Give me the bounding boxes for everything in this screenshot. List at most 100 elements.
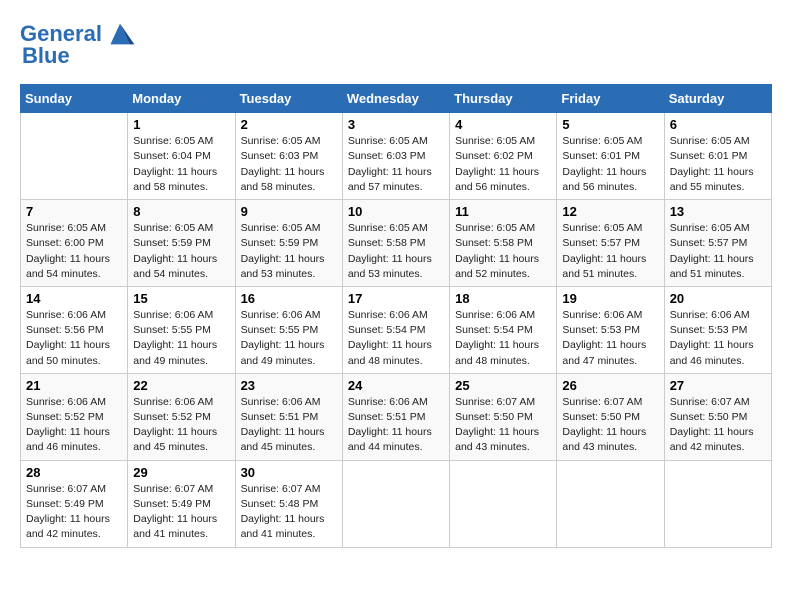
calendar-cell: 13 Sunrise: 6:05 AMSunset: 5:57 PMDayligh… [664, 200, 771, 287]
day-number: 4 [455, 117, 551, 132]
day-detail: Sunrise: 6:07 AMSunset: 5:49 PMDaylight:… [26, 482, 122, 543]
day-detail: Sunrise: 6:06 AMSunset: 5:51 PMDaylight:… [241, 395, 337, 456]
day-number: 16 [241, 291, 337, 306]
calendar-cell: 25 Sunrise: 6:07 AMSunset: 5:50 PMDayligh… [450, 373, 557, 460]
day-number: 9 [241, 204, 337, 219]
day-number: 2 [241, 117, 337, 132]
day-number: 28 [26, 465, 122, 480]
calendar-cell: 12 Sunrise: 6:05 AMSunset: 5:57 PMDayligh… [557, 200, 664, 287]
calendar-cell: 18 Sunrise: 6:06 AMSunset: 5:54 PMDayligh… [450, 286, 557, 373]
calendar-cell [557, 460, 664, 547]
calendar-cell: 11 Sunrise: 6:05 AMSunset: 5:58 PMDayligh… [450, 200, 557, 287]
calendar-header-friday: Friday [557, 85, 664, 113]
calendar-cell: 17Sunrise: 6:06 AMSunset: 5:54 PMDayligh… [342, 286, 449, 373]
day-detail: Sunrise: 6:05 AMSunset: 6:02 PMDaylight:… [455, 134, 551, 195]
calendar-cell: 1 Sunrise: 6:05 AMSunset: 6:04 PMDaylight… [128, 113, 235, 200]
day-detail: Sunrise: 6:07 AMSunset: 5:50 PMDaylight:… [670, 395, 766, 456]
day-detail: Sunrise: 6:06 AMSunset: 5:55 PMDaylight:… [133, 308, 229, 369]
day-detail: Sunrise: 6:06 AMSunset: 5:54 PMDaylight:… [455, 308, 551, 369]
day-detail: Sunrise: 6:05 AMSunset: 5:58 PMDaylight:… [455, 221, 551, 282]
day-number: 8 [133, 204, 229, 219]
calendar-header-thursday: Thursday [450, 85, 557, 113]
calendar-table: SundayMondayTuesdayWednesdayThursdayFrid… [20, 84, 772, 547]
day-number: 19 [562, 291, 658, 306]
day-number: 11 [455, 204, 551, 219]
day-detail: Sunrise: 6:06 AMSunset: 5:52 PMDaylight:… [26, 395, 122, 456]
day-detail: Sunrise: 6:07 AMSunset: 5:50 PMDaylight:… [455, 395, 551, 456]
day-detail: Sunrise: 6:07 AMSunset: 5:50 PMDaylight:… [562, 395, 658, 456]
day-detail: Sunrise: 6:05 AMSunset: 6:00 PMDaylight:… [26, 221, 122, 282]
day-number: 25 [455, 378, 551, 393]
day-detail: Sunrise: 6:05 AMSunset: 6:04 PMDaylight:… [133, 134, 229, 195]
calendar-header-wednesday: Wednesday [342, 85, 449, 113]
day-detail: Sunrise: 6:07 AMSunset: 5:49 PMDaylight:… [133, 482, 229, 543]
day-detail: Sunrise: 6:05 AMSunset: 6:01 PMDaylight:… [670, 134, 766, 195]
day-number: 21 [26, 378, 122, 393]
calendar-cell [21, 113, 128, 200]
calendar-header-saturday: Saturday [664, 85, 771, 113]
calendar-header-tuesday: Tuesday [235, 85, 342, 113]
day-number: 10 [348, 204, 444, 219]
day-detail: Sunrise: 6:06 AMSunset: 5:56 PMDaylight:… [26, 308, 122, 369]
calendar-week-5: 28 Sunrise: 6:07 AMSunset: 5:49 PMDayligh… [21, 460, 772, 547]
calendar-cell: 4 Sunrise: 6:05 AMSunset: 6:02 PMDaylight… [450, 113, 557, 200]
calendar-cell: 27 Sunrise: 6:07 AMSunset: 5:50 PMDayligh… [664, 373, 771, 460]
day-number: 17 [348, 291, 444, 306]
logo: General Blue [20, 20, 136, 68]
calendar-cell [450, 460, 557, 547]
day-number: 15 [133, 291, 229, 306]
logo-icon [104, 20, 136, 48]
calendar-cell: 24 Sunrise: 6:06 AMSunset: 5:51 PMDayligh… [342, 373, 449, 460]
calendar-cell [664, 460, 771, 547]
day-detail: Sunrise: 6:06 AMSunset: 5:53 PMDaylight:… [670, 308, 766, 369]
day-number: 29 [133, 465, 229, 480]
day-detail: Sunrise: 6:05 AMSunset: 6:03 PMDaylight:… [241, 134, 337, 195]
day-detail: Sunrise: 6:05 AMSunset: 5:57 PMDaylight:… [562, 221, 658, 282]
calendar-cell: 5Sunrise: 6:05 AMSunset: 6:01 PMDaylight… [557, 113, 664, 200]
day-detail: Sunrise: 6:05 AMSunset: 5:59 PMDaylight:… [241, 221, 337, 282]
calendar-cell: 8 Sunrise: 6:05 AMSunset: 5:59 PMDaylight… [128, 200, 235, 287]
day-detail: Sunrise: 6:05 AMSunset: 5:57 PMDaylight:… [670, 221, 766, 282]
day-number: 14 [26, 291, 122, 306]
calendar-cell: 21 Sunrise: 6:06 AMSunset: 5:52 PMDayligh… [21, 373, 128, 460]
day-detail: Sunrise: 6:06 AMSunset: 5:51 PMDaylight:… [348, 395, 444, 456]
calendar-week-2: 7Sunrise: 6:05 AMSunset: 6:00 PMDaylight… [21, 200, 772, 287]
calendar-header-sunday: Sunday [21, 85, 128, 113]
calendar-cell: 28 Sunrise: 6:07 AMSunset: 5:49 PMDayligh… [21, 460, 128, 547]
calendar-cell: 10Sunrise: 6:05 AMSunset: 5:58 PMDayligh… [342, 200, 449, 287]
day-number: 30 [241, 465, 337, 480]
day-detail: Sunrise: 6:06 AMSunset: 5:53 PMDaylight:… [562, 308, 658, 369]
calendar-cell: 2 Sunrise: 6:05 AMSunset: 6:03 PMDaylight… [235, 113, 342, 200]
calendar-cell: 30Sunrise: 6:07 AMSunset: 5:48 PMDayligh… [235, 460, 342, 547]
day-number: 20 [670, 291, 766, 306]
day-detail: Sunrise: 6:05 AMSunset: 5:59 PMDaylight:… [133, 221, 229, 282]
day-number: 23 [241, 378, 337, 393]
calendar-cell: 29 Sunrise: 6:07 AMSunset: 5:49 PMDayligh… [128, 460, 235, 547]
calendar-cell: 23 Sunrise: 6:06 AMSunset: 5:51 PMDayligh… [235, 373, 342, 460]
day-number: 1 [133, 117, 229, 132]
calendar-header-row: SundayMondayTuesdayWednesdayThursdayFrid… [21, 85, 772, 113]
day-number: 12 [562, 204, 658, 219]
day-number: 13 [670, 204, 766, 219]
calendar-cell: 3Sunrise: 6:05 AMSunset: 6:03 PMDaylight… [342, 113, 449, 200]
calendar-week-3: 14 Sunrise: 6:06 AMSunset: 5:56 PMDayligh… [21, 286, 772, 373]
calendar-cell: 16Sunrise: 6:06 AMSunset: 5:55 PMDayligh… [235, 286, 342, 373]
calendar-cell: 6 Sunrise: 6:05 AMSunset: 6:01 PMDaylight… [664, 113, 771, 200]
day-detail: Sunrise: 6:06 AMSunset: 5:52 PMDaylight:… [133, 395, 229, 456]
calendar-cell: 20 Sunrise: 6:06 AMSunset: 5:53 PMDayligh… [664, 286, 771, 373]
calendar-week-1: 1 Sunrise: 6:05 AMSunset: 6:04 PMDaylight… [21, 113, 772, 200]
day-number: 6 [670, 117, 766, 132]
day-number: 18 [455, 291, 551, 306]
calendar-header-monday: Monday [128, 85, 235, 113]
day-number: 5 [562, 117, 658, 132]
calendar-cell: 7Sunrise: 6:05 AMSunset: 6:00 PMDaylight… [21, 200, 128, 287]
day-number: 26 [562, 378, 658, 393]
calendar-cell: 9 Sunrise: 6:05 AMSunset: 5:59 PMDaylight… [235, 200, 342, 287]
calendar-cell: 22Sunrise: 6:06 AMSunset: 5:52 PMDayligh… [128, 373, 235, 460]
page-header: General Blue [20, 20, 772, 68]
calendar-week-4: 21 Sunrise: 6:06 AMSunset: 5:52 PMDayligh… [21, 373, 772, 460]
day-number: 27 [670, 378, 766, 393]
day-detail: Sunrise: 6:05 AMSunset: 6:03 PMDaylight:… [348, 134, 444, 195]
day-number: 24 [348, 378, 444, 393]
calendar-cell: 26 Sunrise: 6:07 AMSunset: 5:50 PMDayligh… [557, 373, 664, 460]
